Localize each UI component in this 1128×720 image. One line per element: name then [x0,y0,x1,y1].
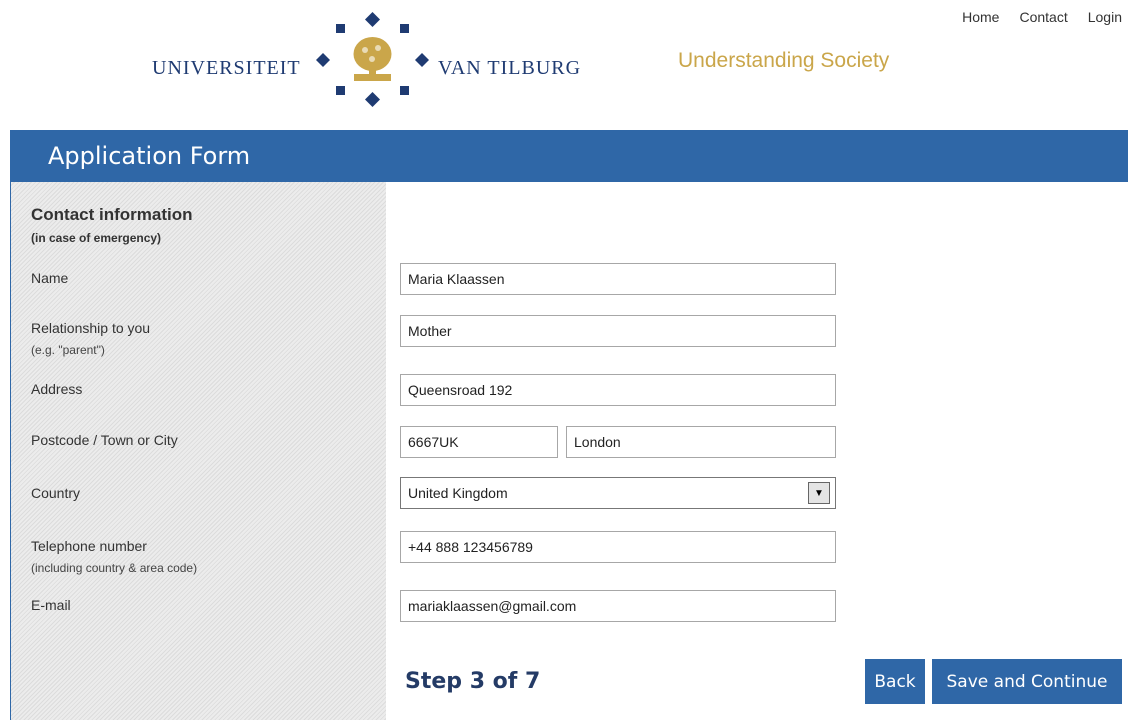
country-select[interactable]: United Kingdom ▼ [400,477,836,509]
telephone-input[interactable] [400,531,836,563]
nav-contact-link[interactable]: Contact [1019,9,1067,25]
name-input[interactable] [400,263,836,295]
page-title: Application Form [48,142,251,170]
save-and-continue-button[interactable]: Save and Continue [932,659,1122,704]
relationship-input[interactable] [400,315,836,347]
back-button[interactable]: Back [865,659,925,704]
step-indicator: Step 3 of 7 [405,669,541,694]
university-logo[interactable]: UNIVERSITEIT VAN TILBURG [140,10,590,115]
telephone-hint: (including country & area code) [31,561,198,575]
postcode-input[interactable] [400,426,558,458]
country-select-value: United Kingdom [408,485,508,501]
email-label: E-mail [31,597,71,613]
email-input[interactable] [400,590,836,622]
tagline: Understanding Society [678,49,890,72]
postcode-city-label: Postcode / Town or City [31,432,178,448]
relationship-hint: (e.g. "parent") [31,343,105,357]
section-subtitle: (in case of emergency) [31,231,162,245]
logo-word-van-tilburg: VAN TILBURG [438,57,582,79]
nav-login-link[interactable]: Login [1088,9,1122,25]
top-navigation: Home Contact Login [962,9,1122,25]
name-label: Name [31,270,69,286]
section-title: Contact information [31,205,193,224]
address-input[interactable] [400,374,836,406]
city-input[interactable] [566,426,836,458]
relationship-label: Relationship to you [31,320,151,336]
dropdown-arrow-icon[interactable]: ▼ [808,482,830,504]
telephone-label: Telephone number [31,538,147,554]
nav-home-link[interactable]: Home [962,9,999,25]
address-label: Address [31,381,83,397]
country-label: Country [31,485,81,501]
form-label-column [10,182,386,720]
page-banner: Application Form [10,130,1128,182]
